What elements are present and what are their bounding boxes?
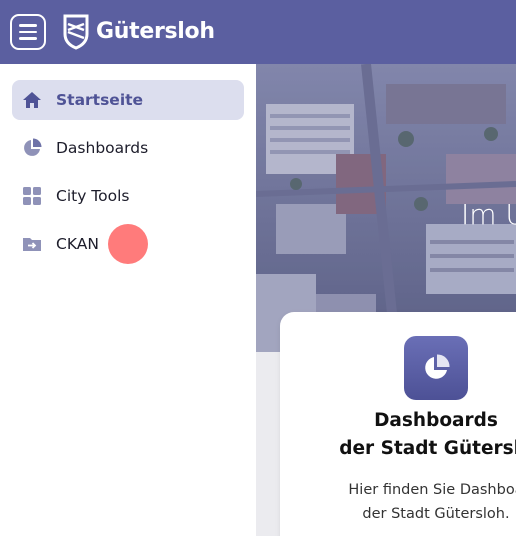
top-app-bar: Gütersloh <box>0 0 516 64</box>
card-title-line2: der Stadt Güterslo <box>339 438 516 459</box>
pie-chart-icon <box>425 354 450 379</box>
sidebar-item-label: Dashboards <box>56 139 149 157</box>
city-logo-icon[interactable] <box>62 14 90 50</box>
sidebar-item-startseite[interactable]: Startseite <box>12 80 244 120</box>
folder-arrow-icon <box>23 238 41 251</box>
click-indicator <box>108 224 148 264</box>
card-text-line2: der Stadt Gütersloh. <box>362 506 510 522</box>
pie-chart-icon <box>24 138 42 156</box>
sidebar-item-city-tools[interactable]: City Tools <box>12 176 244 216</box>
sidebar-item-dashboards[interactable]: Dashboards <box>12 128 244 168</box>
grid-icon <box>23 187 41 205</box>
card-title-line1: Dashboards <box>374 410 498 431</box>
hero-image: Im U <box>256 64 516 352</box>
home-icon <box>23 92 41 108</box>
hero-title: Im U <box>461 198 516 231</box>
sidebar-item-label: CKAN <box>56 235 99 253</box>
sidebar-item-label: Startseite <box>56 91 144 109</box>
sidebar: Startseite Dashboards City Tools CKAN <box>0 64 256 536</box>
card-icon-container <box>404 336 468 400</box>
sidebar-item-label: City Tools <box>56 187 130 205</box>
main-content: Im U Dashboards der Stadt Güterslo Hier … <box>256 64 516 536</box>
dashboards-card[interactable]: Dashboards der Stadt Güterslo Hier finde… <box>280 312 516 536</box>
menu-icon[interactable] <box>10 14 46 50</box>
card-text-line1: Hier finden Sie Dashboa <box>348 482 516 498</box>
brand-title[interactable]: Gütersloh <box>96 14 215 50</box>
